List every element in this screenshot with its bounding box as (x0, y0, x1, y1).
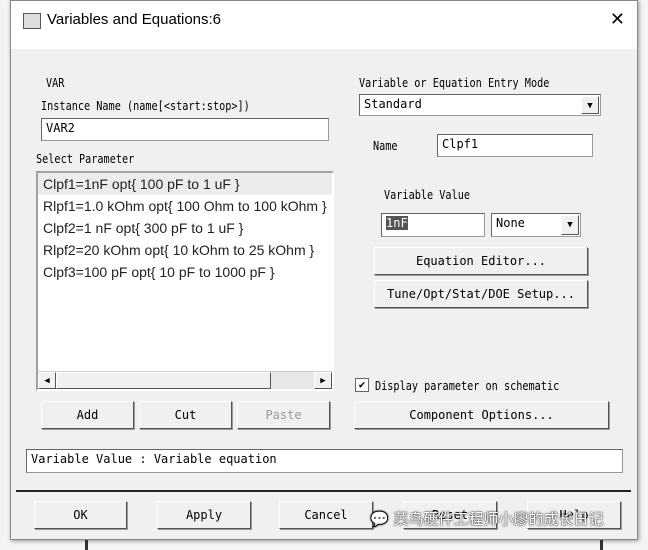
display-parameter-label: Display parameter on schematic (375, 379, 560, 393)
list-item[interactable]: Clpf1=1nF opt{ 100 pF to 1 uF } (38, 173, 332, 195)
variable-value-label: Variable Value (384, 188, 470, 202)
select-parameter-label: Select Parameter (36, 152, 135, 166)
chevron-down-icon[interactable]: ▼ (581, 96, 599, 114)
cancel-button[interactable]: Cancel (279, 501, 373, 529)
title-bar: Variables and Equations:6 ✕ (11, 1, 637, 49)
component-type-label: VAR (46, 76, 65, 90)
scroll-right-icon[interactable]: ▶ (314, 372, 332, 389)
instance-name-input[interactable]: VAR2 (41, 118, 329, 141)
paste-button[interactable]: Paste (237, 401, 330, 429)
background-line (85, 540, 88, 550)
name-input[interactable]: Clpf1 (437, 134, 593, 157)
parameter-list[interactable]: Clpf1=1nF opt{ 100 pF to 1 uF } Rlpf1=1.… (36, 171, 334, 391)
entry-mode-select[interactable]: Standard ▼ (359, 94, 601, 116)
ok-button[interactable]: OK (34, 501, 127, 529)
unit-select[interactable]: None ▼ (491, 213, 581, 237)
variables-dialog: Variables and Equations:6 ✕ VAR Instance… (10, 0, 638, 540)
list-item[interactable]: Rlpf1=1.0 kOhm opt{ 100 Ohm to 100 kOhm … (38, 195, 332, 217)
variable-value-text: 1nF (386, 216, 408, 230)
divider (16, 490, 631, 492)
equation-editor-button[interactable]: Equation Editor... (374, 247, 588, 275)
tune-opt-setup-button[interactable]: Tune/Opt/Stat/DOE Setup... (374, 280, 588, 308)
scroll-left-icon[interactable]: ◀ (38, 372, 56, 389)
wechat-icon: 💬 (370, 510, 389, 528)
cut-button[interactable]: Cut (139, 401, 232, 429)
window-title: Variables and Equations:6 (47, 11, 222, 28)
scrollbar-thumb[interactable] (56, 372, 271, 389)
display-parameter-checkbox[interactable]: ✔ (355, 378, 369, 392)
component-options-button[interactable]: Component Options... (354, 401, 609, 429)
app-icon (23, 13, 41, 29)
entry-mode-label: Variable or Equation Entry Mode (359, 76, 550, 90)
instance-name-label: Instance Name (name[<start:stop>]) (41, 99, 250, 113)
list-item[interactable]: Rlpf2=20 kOhm opt{ 10 kOhm to 25 kOhm } (38, 239, 332, 261)
list-item[interactable]: Clpf2=1 nF opt{ 300 pF to 1 uF } (38, 217, 332, 239)
apply-button[interactable]: Apply (157, 501, 251, 529)
add-button[interactable]: Add (41, 401, 134, 429)
close-icon[interactable]: ✕ (610, 9, 625, 30)
entry-mode-value: Standard (364, 97, 422, 111)
chevron-down-icon[interactable]: ▼ (561, 215, 579, 235)
horizontal-scrollbar[interactable]: ◀ ▶ (38, 371, 332, 389)
watermark-text: 菜鸟硬件工程师小廖的成长日记 (393, 510, 604, 528)
background-line (600, 540, 603, 550)
unit-value: None (496, 216, 525, 230)
watermark: 💬 菜鸟硬件工程师小廖的成长日记 (370, 508, 603, 529)
list-item[interactable]: Clpf3=100 pF opt{ 10 pF to 1000 pF } (38, 261, 332, 283)
status-field: Variable Value : Variable equation (26, 449, 623, 473)
name-label: Name (373, 139, 398, 153)
variable-value-input[interactable]: 1nF (381, 213, 485, 237)
